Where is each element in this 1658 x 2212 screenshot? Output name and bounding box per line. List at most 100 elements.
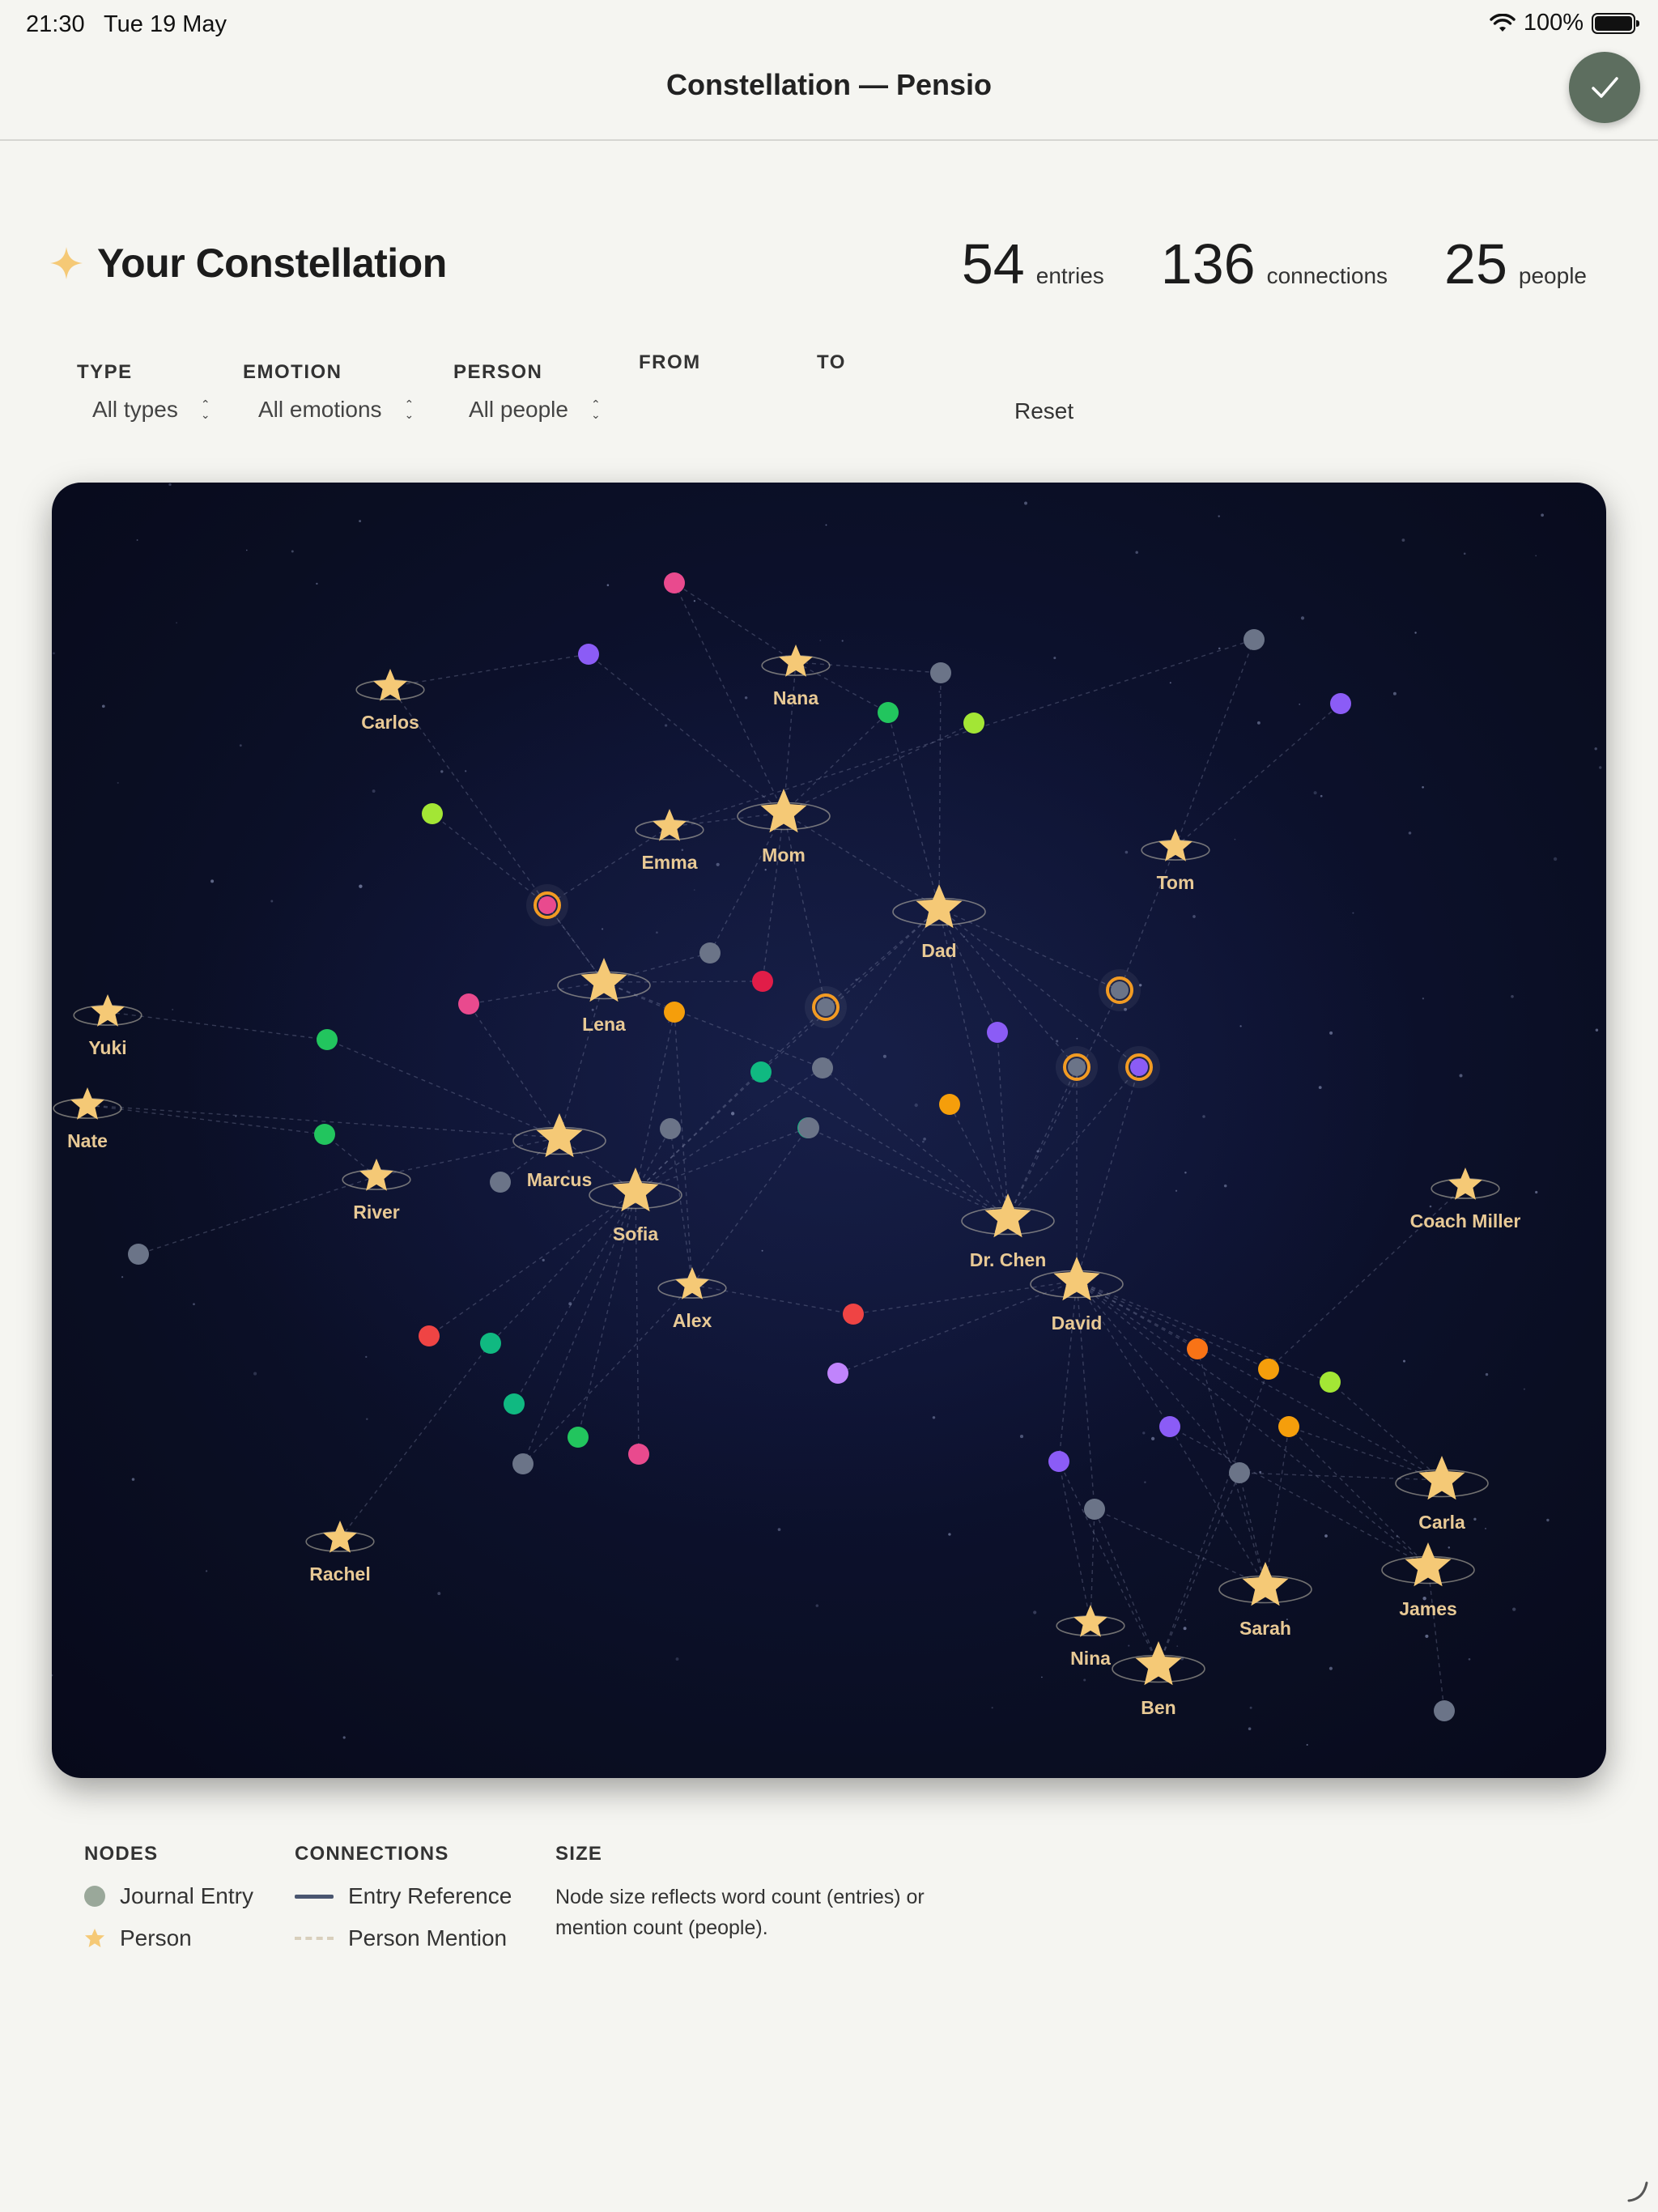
- journal-entry-node[interactable]: [568, 1427, 589, 1448]
- background-star: [1202, 1115, 1205, 1118]
- journal-entry-node[interactable]: [1159, 1416, 1180, 1437]
- person-star-ben[interactable]: Ben: [1112, 1641, 1205, 1718]
- constellation-graph[interactable]: Carlos Nana Emma Mom Dad Tom Lena Yuki Nate Marcu…: [52, 483, 1606, 1778]
- person-name-label: Carlos: [361, 712, 419, 733]
- journal-entry-node[interactable]: [1056, 1046, 1098, 1088]
- background-star: [1083, 1678, 1086, 1682]
- legend-person-label: Person: [120, 1925, 192, 1950]
- journal-entry-node[interactable]: [664, 572, 685, 593]
- constellation-canvas[interactable]: Carlos Nana Emma Mom Dad Tom Lena Yuki Nate Marcu…: [52, 483, 1606, 1778]
- background-star: [1218, 515, 1220, 517]
- legend-entry-label: Journal Entry: [120, 1883, 253, 1908]
- background-star: [193, 1303, 195, 1306]
- journal-entry-node[interactable]: [812, 1057, 833, 1078]
- journal-entry-node[interactable]: [1320, 1372, 1341, 1393]
- journal-entry-node[interactable]: [752, 971, 773, 992]
- journal-entry-node[interactable]: [1434, 1700, 1455, 1721]
- journal-entry-node[interactable]: [805, 986, 847, 1028]
- journal-entry-node[interactable]: [1330, 693, 1351, 714]
- to-filter-label: TO: [817, 351, 846, 373]
- journal-entry-node[interactable]: [504, 1393, 525, 1414]
- reset-button[interactable]: Reset: [1014, 398, 1073, 424]
- resize-handle-icon[interactable]: [1626, 2180, 1650, 2204]
- journal-entry-node[interactable]: [798, 1117, 819, 1138]
- solid-line-icon: [295, 1894, 334, 1899]
- person-star-nate[interactable]: Nate: [53, 1087, 122, 1151]
- journal-entry-node[interactable]: [930, 662, 951, 683]
- person-filter-select[interactable]: All people ⌃ ⌄: [469, 397, 601, 423]
- journal-entry-node[interactable]: [750, 1061, 772, 1083]
- journal-entry-node[interactable]: [1187, 1338, 1208, 1359]
- person-star-rachel[interactable]: Rachel: [305, 1521, 375, 1585]
- journal-entry-node[interactable]: [827, 1363, 848, 1384]
- type-filter-value: All types: [92, 397, 178, 422]
- person-star-sarah[interactable]: Sarah: [1218, 1562, 1312, 1639]
- journal-entry-node[interactable]: [1244, 629, 1265, 650]
- background-star: [1142, 1431, 1146, 1435]
- background-star: [117, 781, 119, 784]
- type-filter-select[interactable]: All types ⌃ ⌄: [92, 397, 210, 423]
- journal-entry-node[interactable]: [317, 1029, 338, 1050]
- background-star: [372, 789, 376, 793]
- chevron-updown-icon: ⌃ ⌄: [590, 398, 601, 421]
- journal-entry-node[interactable]: [1084, 1499, 1105, 1520]
- journal-entry-node[interactable]: [1258, 1359, 1279, 1380]
- person-name-label: Dr. Chen: [970, 1249, 1047, 1270]
- background-star: [1041, 1676, 1043, 1678]
- person-name-label: Marcus: [527, 1169, 593, 1190]
- journal-entry-node[interactable]: [660, 1118, 681, 1139]
- journal-entry-node[interactable]: [458, 993, 479, 1015]
- journal-entry-node[interactable]: [490, 1172, 511, 1193]
- journal-entry-node[interactable]: [422, 803, 443, 824]
- person-star-carla[interactable]: Carla: [1395, 1456, 1489, 1533]
- person-name-label: Sofia: [613, 1223, 658, 1244]
- journal-entry-node[interactable]: [664, 1002, 685, 1023]
- background-star: [1485, 1372, 1489, 1376]
- connection-line: [1169, 1426, 1266, 1587]
- background-star: [693, 889, 695, 891]
- journal-entry-node[interactable]: [128, 1244, 149, 1265]
- journal-entry-node[interactable]: [699, 942, 721, 963]
- journal-entry-node[interactable]: [987, 1022, 1008, 1043]
- person-star-coach[interactable]: Coach Miller: [1410, 1168, 1521, 1231]
- journal-entry-node[interactable]: [512, 1453, 534, 1474]
- person-star-nina[interactable]: Nina: [1056, 1605, 1125, 1669]
- journal-entry-node[interactable]: [939, 1094, 960, 1115]
- journal-entry-node[interactable]: [1099, 969, 1141, 1011]
- stat-label: entries: [1035, 263, 1104, 288]
- background-star: [52, 1674, 53, 1677]
- journal-entry-node[interactable]: [878, 702, 899, 723]
- chevron-updown-icon: ⌃ ⌄: [404, 398, 414, 421]
- person-name-label: Ben: [1141, 1697, 1175, 1718]
- emotion-filter-select[interactable]: All emotions ⌃ ⌄: [258, 397, 414, 423]
- background-star: [1594, 747, 1597, 751]
- background-star: [316, 582, 318, 585]
- person-star-james[interactable]: James: [1381, 1542, 1475, 1619]
- person-star-carlos[interactable]: Carlos: [355, 669, 425, 733]
- journal-entry-node[interactable]: [628, 1444, 649, 1465]
- background-star: [1249, 1706, 1252, 1709]
- journal-entry-node[interactable]: [1048, 1451, 1069, 1472]
- background-star: [1218, 647, 1221, 650]
- done-button[interactable]: [1569, 52, 1640, 123]
- journal-entry-node[interactable]: [1118, 1046, 1160, 1088]
- journal-entry-node[interactable]: [480, 1333, 501, 1354]
- background-star: [176, 622, 178, 624]
- background-star: [1511, 995, 1514, 998]
- journal-entry-node[interactable]: [963, 713, 984, 734]
- journal-entry-node[interactable]: [526, 884, 568, 926]
- journal-entry-node[interactable]: [1278, 1416, 1299, 1437]
- person-name-label: David: [1052, 1312, 1103, 1334]
- person-name-label: Emma: [641, 852, 697, 873]
- background-star: [1300, 616, 1305, 620]
- background-star: [1595, 1028, 1599, 1032]
- journal-entry-node[interactable]: [314, 1124, 335, 1145]
- journal-entry-node[interactable]: [1229, 1462, 1250, 1483]
- background-star: [991, 1707, 993, 1709]
- journal-entry-node[interactable]: [419, 1325, 440, 1346]
- background-star: [53, 652, 55, 655]
- journal-entry-node[interactable]: [843, 1304, 864, 1325]
- person-star-yuki[interactable]: Yuki: [73, 994, 142, 1058]
- journal-entry-node[interactable]: [578, 644, 599, 665]
- background-star: [1523, 1388, 1525, 1390]
